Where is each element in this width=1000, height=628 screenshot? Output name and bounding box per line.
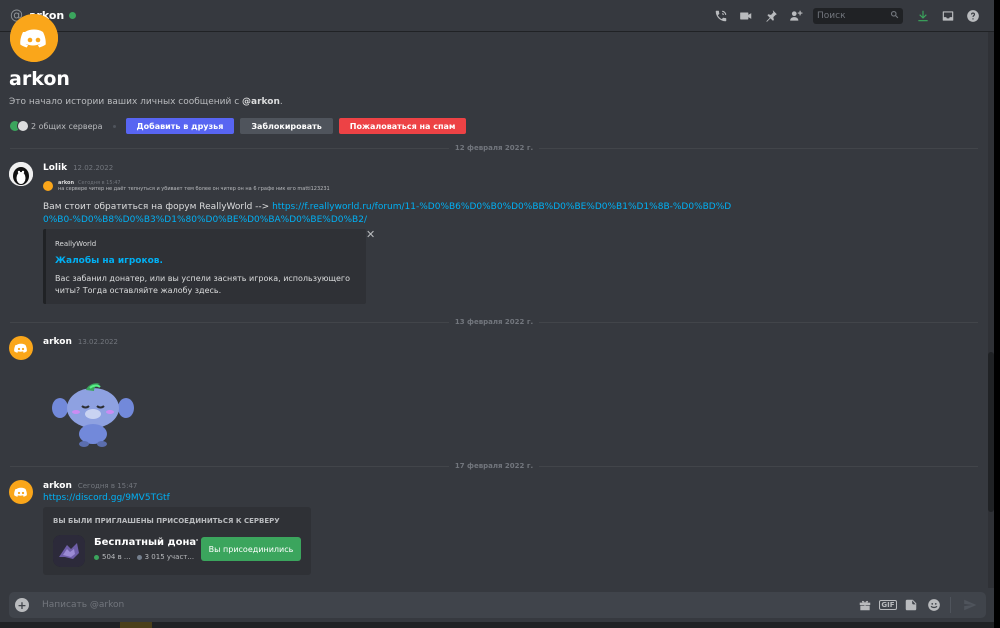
emoji-icon[interactable] (924, 595, 944, 615)
author-avatar[interactable] (9, 480, 33, 504)
help-icon[interactable] (962, 5, 984, 27)
server-icon[interactable] (53, 535, 85, 567)
composer-separator (950, 597, 951, 613)
gif-icon[interactable]: GIF (878, 595, 898, 615)
block-button[interactable]: Заблокировать (240, 118, 333, 134)
server-avatar (17, 120, 29, 132)
taskbar-strip (0, 622, 994, 628)
add-member-icon[interactable] (785, 5, 807, 27)
channel-header: @ arkon Поиск (0, 0, 994, 32)
date-divider: 12 февраля 2022 г. (10, 143, 978, 153)
report-spam-button[interactable]: Пожаловаться на спам (338, 118, 467, 134)
message-author[interactable]: arkon Сегодня в 15:47 (43, 481, 137, 491)
server-invite-card: ВЫ БЫЛИ ПРИГЛАШЕНЫ ПРИСОЕДИНИТЬСЯ К СЕРВ… (43, 507, 311, 575)
sticker-icon[interactable] (901, 595, 921, 615)
intro-title: arkon (9, 68, 70, 90)
embed-title[interactable]: Жалобы на игроков. (55, 256, 163, 266)
reply-preview[interactable]: arkon Сегодня в 15:47 на сервере читер не… (43, 180, 603, 192)
add-friend-button[interactable]: Добавить в друзья (125, 118, 235, 134)
message-text: https://discord.gg/9MV5TGtf (43, 492, 170, 505)
inbox-icon[interactable] (937, 5, 959, 27)
close-icon[interactable]: ✕ (366, 228, 375, 241)
message-author[interactable]: Lolik 12.02.2022 (43, 163, 113, 173)
message-text: Вам стоит обратиться на форум ReallyWorl… (43, 202, 732, 225)
wumpus-sticker[interactable] (50, 382, 136, 448)
send-icon[interactable] (960, 595, 980, 615)
author-avatar[interactable] (9, 336, 33, 360)
message-author[interactable]: arkon 13.02.2022 (43, 337, 118, 347)
search-input[interactable]: Поиск (813, 7, 903, 24)
download-icon[interactable] (912, 5, 934, 27)
mutual-servers-label: 2 общих сервера (31, 121, 103, 131)
reply-avatar (43, 181, 53, 191)
message-timestamp: 13.02.2022 (77, 338, 118, 346)
message-input[interactable]: Написать @arkon (42, 600, 852, 610)
joined-button[interactable]: Вы присоединились (201, 537, 301, 561)
search-placeholder: Поиск (817, 10, 846, 21)
pin-icon[interactable] (760, 5, 782, 27)
call-icon[interactable] (710, 5, 732, 27)
intro-actions: 2 общих сервера Добавить в друзья Заблок… (9, 118, 472, 134)
separator-dot (112, 124, 116, 128)
members-dot-icon (136, 554, 142, 560)
attach-icon[interactable]: + (15, 598, 29, 612)
user-avatar[interactable] (10, 14, 58, 62)
scrollbar-track[interactable] (988, 32, 994, 588)
embed-provider[interactable]: ReallyWorld (55, 240, 96, 248)
date-divider: 17 февраля 2022 г. (10, 461, 978, 471)
server-name: Бесплатный донат R (94, 537, 198, 548)
author-avatar[interactable] (9, 162, 33, 186)
intro-description: Это начало истории ваших личных сообщени… (9, 97, 283, 107)
message-composer: + Написать @arkon GIF (9, 592, 986, 618)
gift-icon[interactable] (855, 595, 875, 615)
online-dot-icon (94, 554, 99, 560)
server-stats: 504 в ... 3 015 участ... (94, 553, 194, 561)
reply-text: на сервере читер не даёт тепнуться и уби… (58, 186, 330, 192)
mutual-servers[interactable]: 2 общих сервера (9, 120, 103, 132)
scrollbar-thumb[interactable] (988, 352, 994, 512)
message-timestamp: 12.02.2022 (73, 164, 114, 172)
search-icon (890, 10, 899, 22)
dm-window: @ arkon Поиск arkon Это начало истории в… (0, 0, 994, 628)
invite-heading: ВЫ БЫЛИ ПРИГЛАШЕНЫ ПРИСОЕДИНИТЬСЯ К СЕРВ… (53, 517, 280, 525)
embed-description: Вас забанил донатер, или вы успели засня… (55, 274, 351, 295)
video-icon[interactable] (735, 5, 757, 27)
message-timestamp: Сегодня в 15:47 (77, 482, 138, 490)
invite-link[interactable]: https://discord.gg/9MV5TGtf (43, 493, 170, 503)
online-status-icon (69, 12, 77, 19)
link-embed: ReallyWorld Жалобы на игроков. Вас забан… (43, 229, 366, 304)
date-divider: 13 февраля 2022 г. (10, 317, 978, 327)
